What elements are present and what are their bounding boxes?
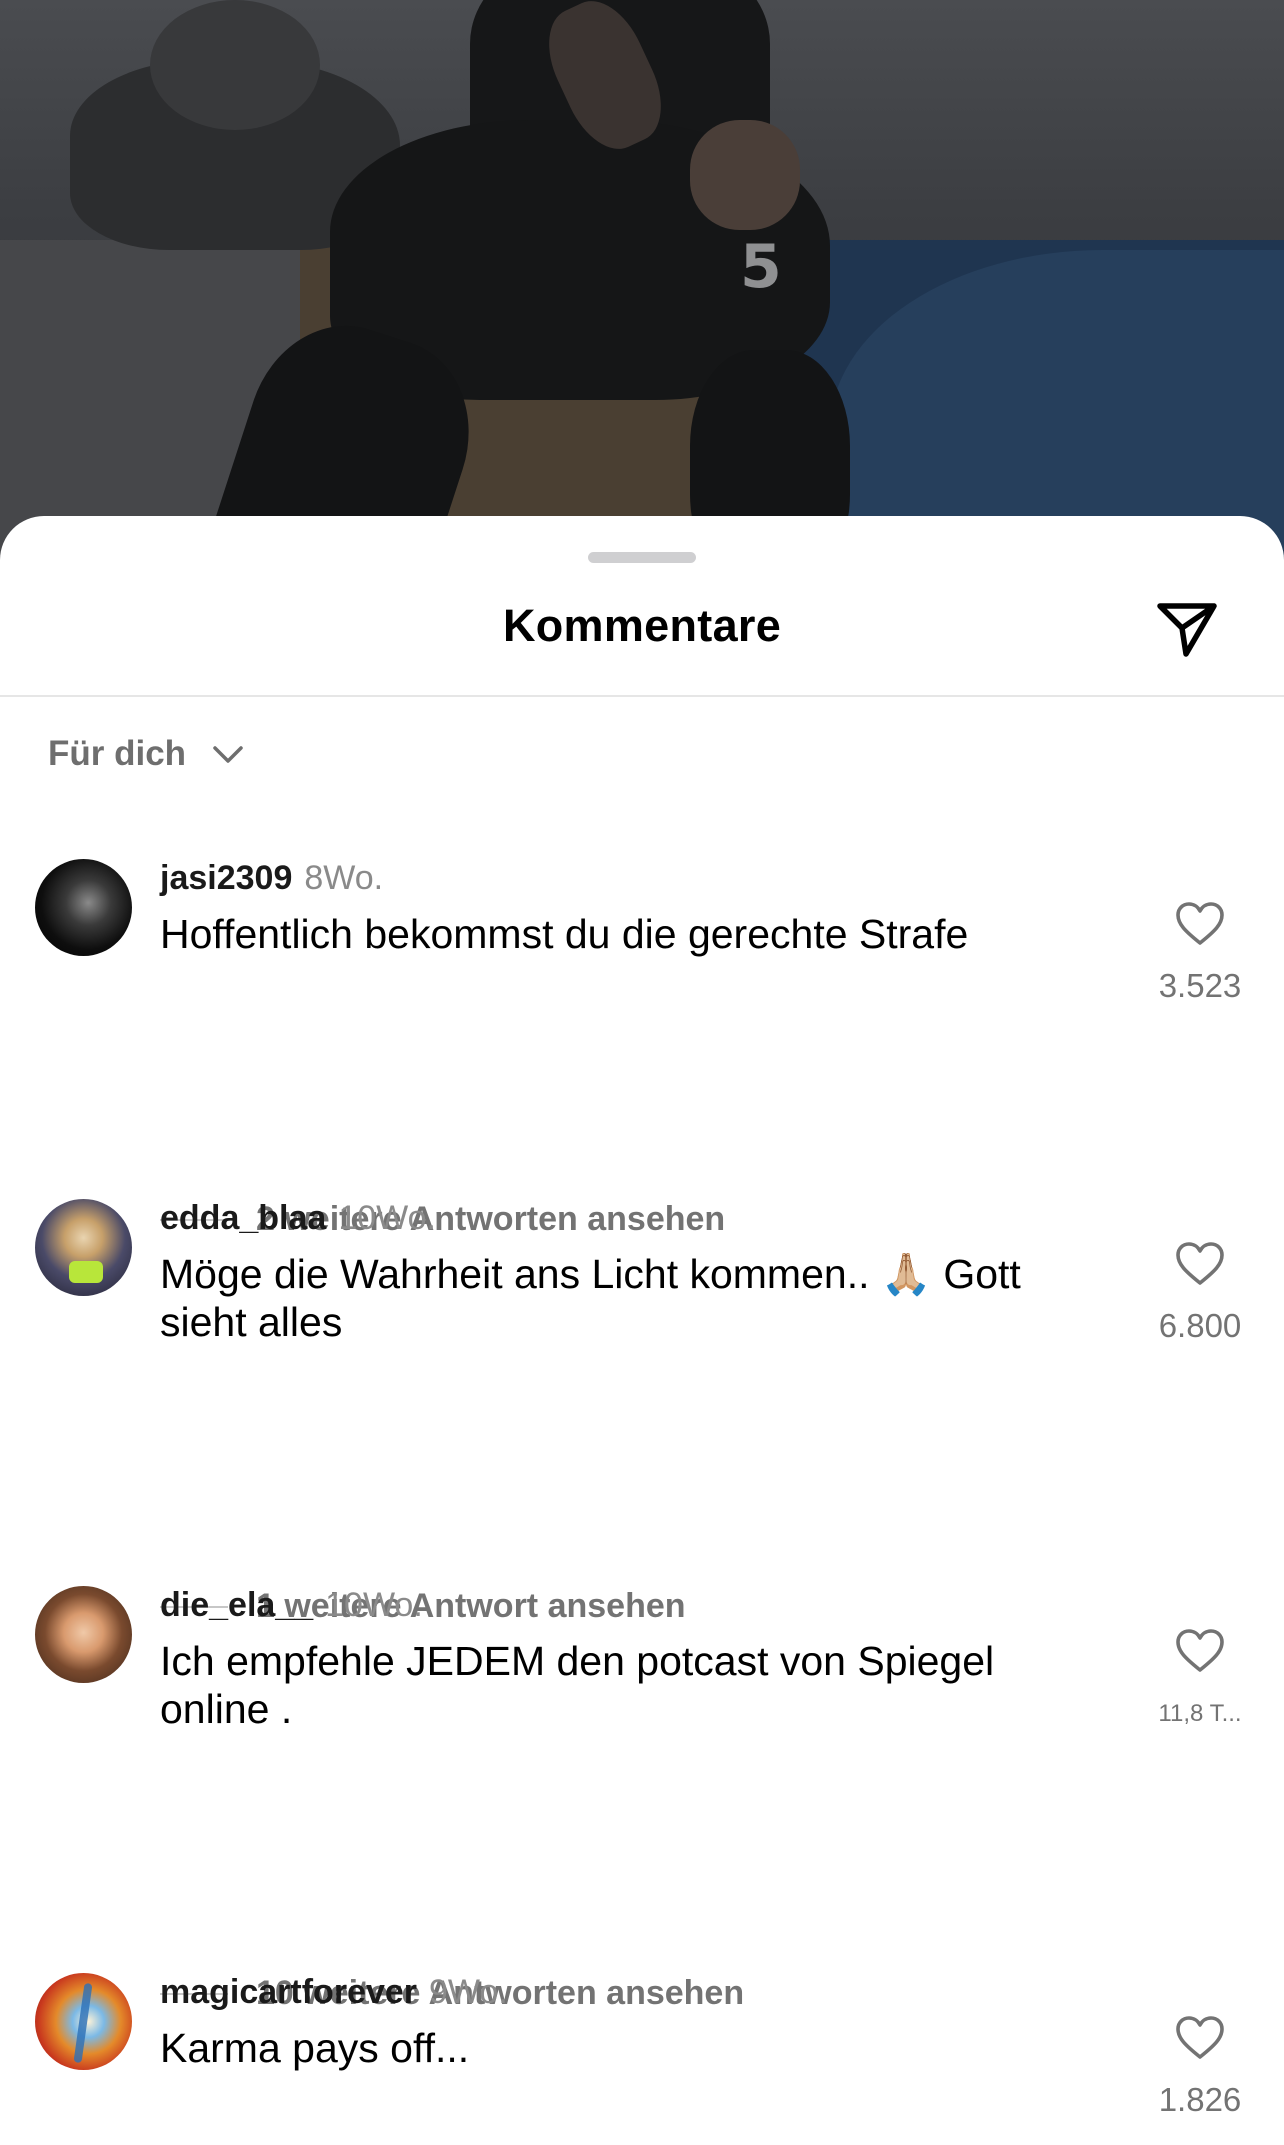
like-button[interactable]: 6.800 [1152,1241,1248,1345]
like-count: 1.826 [1158,2081,1242,2118]
sort-filter-dropdown[interactable]: Für dich [48,734,246,774]
spectator-head [150,0,320,130]
like-count: 3.523 [1158,967,1242,1004]
sheet-grabber[interactable] [588,552,696,563]
like-count: 6.800 [1158,1307,1242,1344]
praying-hands-emoji: 🙏🏼 [880,1250,932,1298]
comment-time: 8Wo. [304,859,384,897]
like-count: 11,8 T... [1158,1700,1242,1727]
comment-meta: die_ela__ 10Wo. [160,1586,423,1625]
heart-icon [1176,1242,1224,1285]
like-button[interactable]: 1.826 [1152,2015,1248,2119]
avatar[interactable] [35,859,132,956]
comment-username[interactable]: die_ela__ [160,1586,313,1624]
paper-plane-icon [1157,603,1217,657]
comments-sheet: Kommentare Für dich jasi2309 8Wo. Hoffent… [0,516,1284,2145]
comment-time: 10Wo. [338,1199,436,1237]
comment-time: 10Wo. [325,1586,423,1624]
comment-meta: jasi2309 8Wo. [160,859,383,898]
page: 5 Kommentare Für dich jasi2309 8Wo. Hoffe… [0,0,1284,2145]
heart-icon [1176,2016,1224,2059]
comment-text: Karma pays off... [160,2025,470,2071]
avatar[interactable] [35,1973,132,2070]
comment-username[interactable]: magicartforever [160,1973,417,2011]
comment-meta: magicartforever 9Wo. [160,1973,508,2012]
comment-text-part: Möge die Wahrheit ans Licht kommen.. [160,1251,881,1297]
player-hand [690,120,800,230]
header-divider [0,695,1284,697]
comment-meta: edda_blaa 10Wo. [160,1199,436,1238]
like-button[interactable]: 3.523 [1152,901,1248,1005]
comment-username[interactable]: edda_blaa [160,1199,326,1237]
heart-icon [1176,1629,1224,1672]
heart-icon [1176,902,1224,945]
comment-text: Hoffentlich bekommst du die gerechte Str… [160,911,969,957]
comment-time: 9Wo. [429,1973,508,2011]
comment-text: Möge die Wahrheit ans Licht kommen.. 🙏🏼 … [160,1250,1090,1346]
comment-text: Ich empfehle JEDEM den potcast von Spieg… [160,1638,995,1732]
share-button[interactable] [1152,594,1222,664]
filter-label: Für dich [48,734,187,773]
jersey-number: 5 [740,232,782,302]
like-button[interactable]: 11,8 T... [1152,1628,1248,1728]
sheet-title: Kommentare [502,600,782,651]
avatar[interactable] [35,1199,132,1296]
video-background[interactable]: 5 [0,0,1284,560]
chevron-down-icon [213,746,243,763]
avatar[interactable] [35,1586,132,1683]
comment-username[interactable]: jasi2309 [160,859,292,897]
